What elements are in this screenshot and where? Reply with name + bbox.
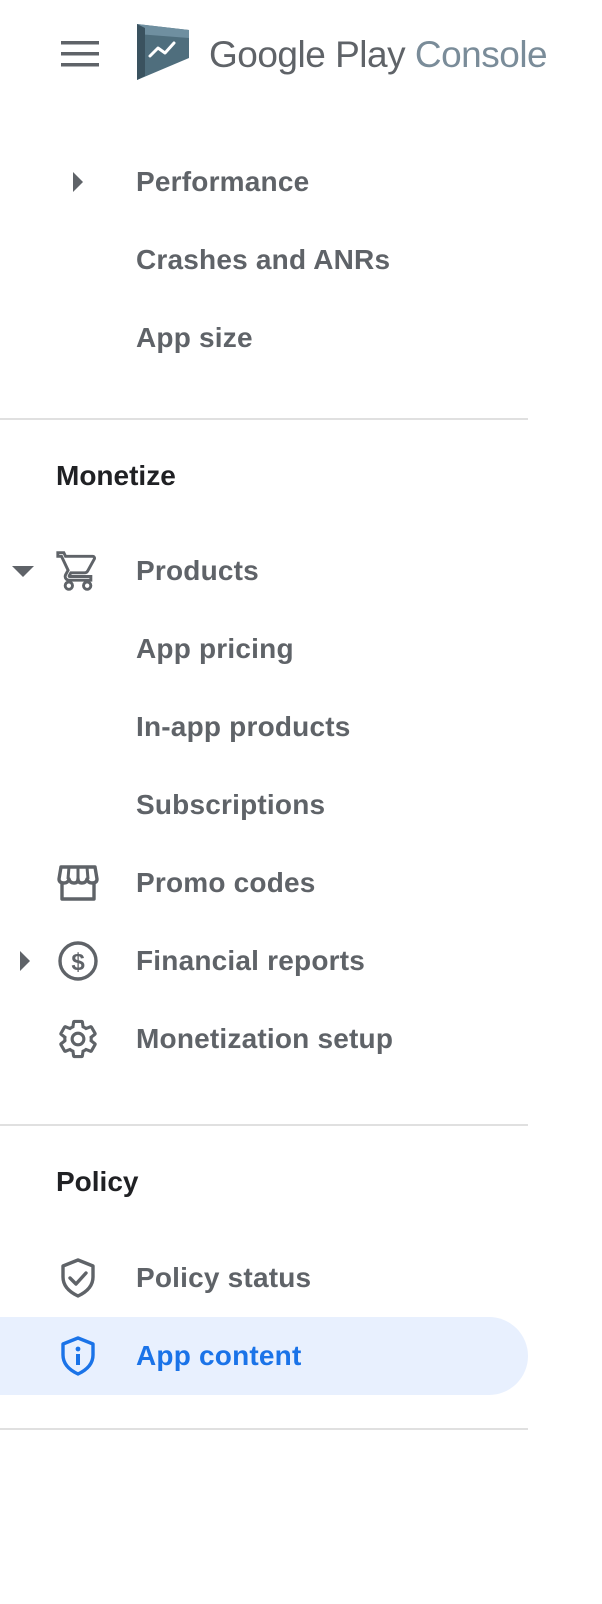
sidebar-item-label: In-app products — [136, 711, 351, 742]
sidebar-item-subscriptions[interactable]: Subscriptions — [0, 766, 528, 844]
sidebar-item-financial-reports[interactable]: $ Financial reports — [0, 922, 528, 1000]
divider — [0, 418, 528, 420]
shield-check-icon — [56, 1256, 100, 1300]
sidebar-item-in-app-products[interactable]: In-app products — [0, 688, 528, 766]
sidebar-item-label: App size — [136, 322, 253, 353]
sidebar-item-label: Promo codes — [136, 867, 316, 898]
gear-icon — [56, 1017, 100, 1061]
sidebar-item-label: App content — [136, 1340, 302, 1371]
sidebar-item-app-content[interactable]: App content — [0, 1317, 528, 1395]
sidebar-item-policy-status[interactable]: Policy status — [0, 1239, 528, 1317]
main-menu-button[interactable] — [50, 30, 110, 82]
shield-info-icon — [56, 1334, 100, 1378]
sidebar-item-crashes-and-anrs[interactable]: Crashes and ANRs — [0, 221, 528, 299]
sidebar-item-label: Policy status — [136, 1262, 312, 1293]
sidebar-item-label: Subscriptions — [136, 789, 326, 820]
sidebar-item-monetization-setup[interactable]: Monetization setup — [0, 1000, 528, 1078]
sidebar-item-label: Financial reports — [136, 945, 366, 976]
play-console-sidebar: Google Play Console Performance Crashes … — [0, 0, 602, 1604]
sidebar-item-label: Performance — [136, 166, 310, 197]
play-console-logo-icon — [137, 22, 189, 87]
google-play-console-logo[interactable]: Google Play Console — [137, 22, 548, 87]
svg-text:$: $ — [71, 949, 85, 976]
sidebar-item-performance[interactable]: Performance — [0, 143, 528, 221]
hamburger-menu-icon — [61, 40, 99, 73]
divider — [0, 1124, 528, 1126]
sidebar-item-label: Products — [136, 555, 259, 586]
logo-text: Google Play Console — [209, 33, 548, 76]
sidebar-item-label: App pricing — [136, 633, 294, 664]
divider — [0, 1428, 528, 1430]
caret-down-icon[interactable] — [11, 559, 35, 583]
section-title-monetize: Monetize — [56, 460, 176, 491]
header: Google Play Console — [0, 0, 602, 110]
sidebar-item-app-pricing[interactable]: App pricing — [0, 610, 528, 688]
logo-google-play-text: Google Play — [209, 33, 406, 75]
caret-right-icon[interactable] — [66, 170, 90, 194]
section-title-policy: Policy — [56, 1166, 139, 1197]
sidebar-item-products[interactable]: Products — [0, 532, 528, 610]
logo-console-text: Console — [414, 33, 548, 75]
cart-icon — [56, 549, 100, 593]
sidebar-item-app-size[interactable]: App size — [0, 299, 528, 377]
dollar-circle-icon: $ — [56, 939, 100, 983]
sidebar-item-label: Crashes and ANRs — [136, 244, 391, 275]
caret-right-icon[interactable] — [13, 949, 37, 973]
sidebar-item-label: Monetization setup — [136, 1023, 394, 1054]
storefront-icon — [56, 861, 100, 905]
sidebar-item-promo-codes[interactable]: Promo codes — [0, 844, 528, 922]
